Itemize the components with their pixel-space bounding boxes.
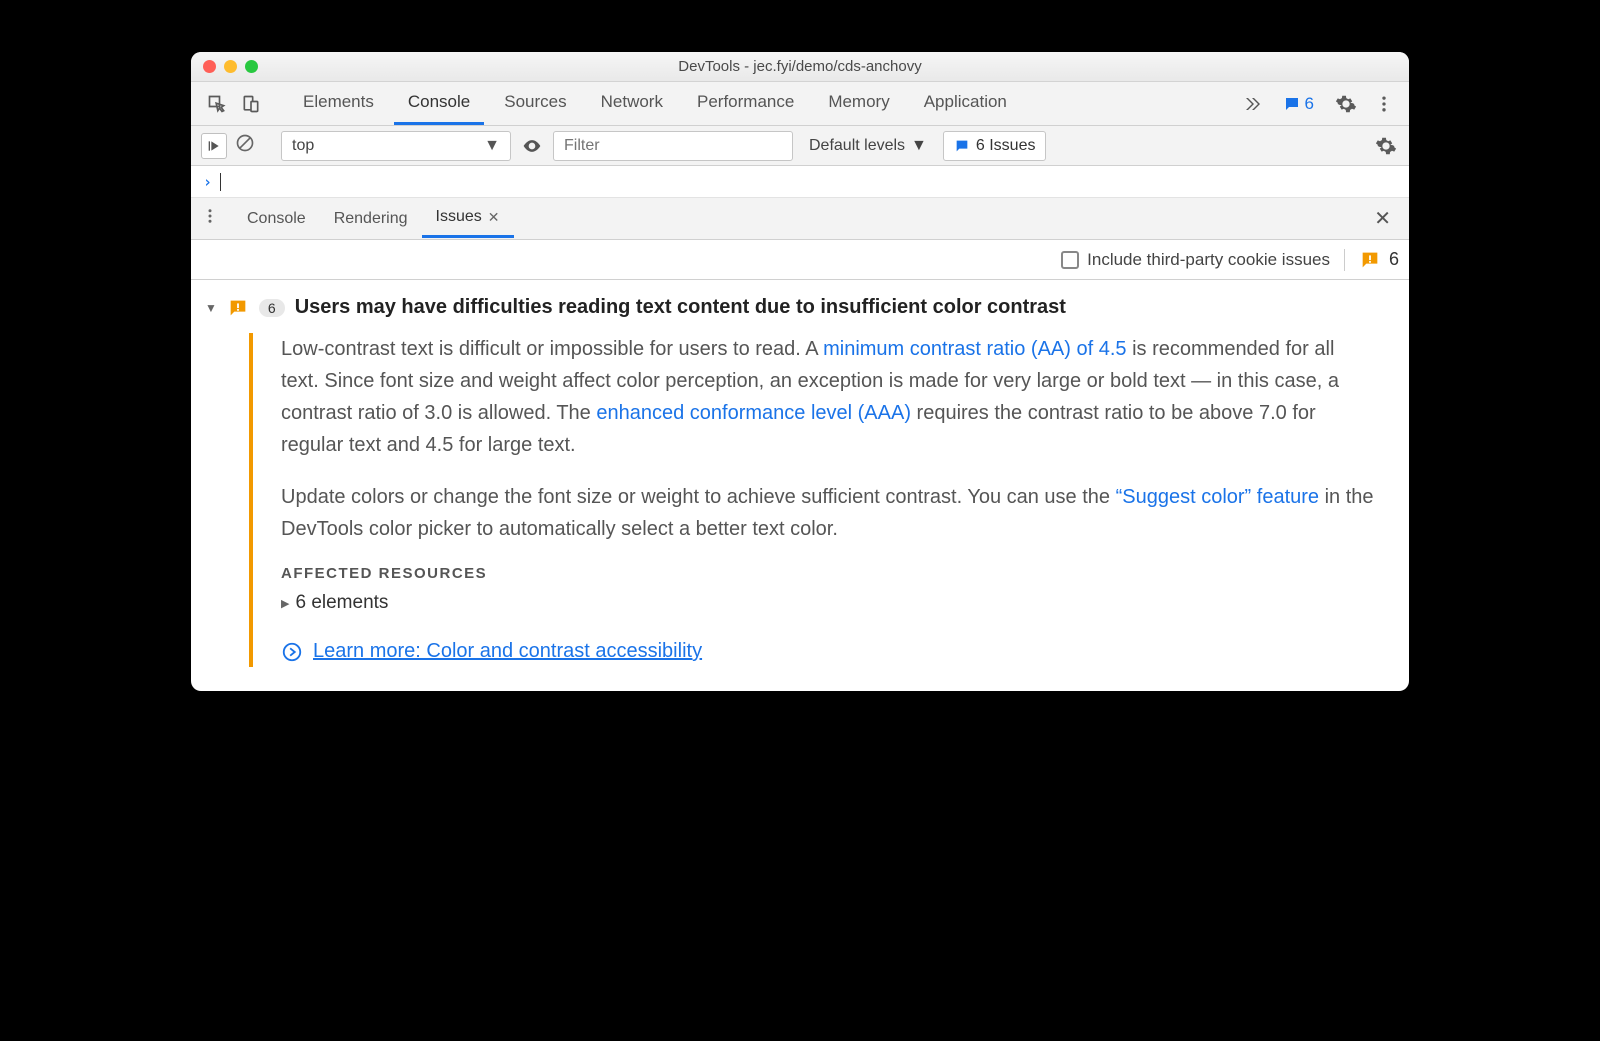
- tab-elements[interactable]: Elements: [289, 82, 388, 125]
- include-third-party-checkbox[interactable]: Include third-party cookie issues: [1061, 250, 1330, 270]
- warning-icon: [227, 297, 249, 319]
- issues-badge-count: 6: [1305, 94, 1314, 114]
- clear-console-icon[interactable]: [235, 133, 255, 159]
- arrow-circle-icon: [281, 641, 303, 663]
- live-expression-eye-icon[interactable]: [519, 132, 545, 160]
- link-suggest-color[interactable]: “Suggest color” feature: [1116, 486, 1319, 508]
- tab-performance[interactable]: Performance: [683, 82, 808, 125]
- tab-memory[interactable]: Memory: [814, 82, 903, 125]
- drawer-tabs: Console Rendering Issues ✕ ✕: [191, 198, 1409, 240]
- tab-sources[interactable]: Sources: [490, 82, 580, 125]
- checkbox-icon: [1061, 251, 1079, 269]
- close-drawer-icon[interactable]: ✕: [1366, 206, 1399, 231]
- tab-application[interactable]: Application: [910, 82, 1021, 125]
- link-contrast-aa[interactable]: minimum contrast ratio (AA) of 4.5: [823, 338, 1126, 360]
- text-cursor: [220, 173, 221, 191]
- more-options-kebab-icon[interactable]: [1371, 91, 1397, 117]
- issue-title: Users may have difficulties reading text…: [295, 296, 1066, 319]
- warning-count-badge: 6: [1344, 249, 1399, 271]
- drawer-tab-issues[interactable]: Issues ✕: [422, 199, 514, 238]
- close-tab-icon[interactable]: ✕: [488, 209, 500, 226]
- context-label: top: [292, 137, 314, 155]
- drawer-tab-rendering[interactable]: Rendering: [320, 201, 422, 237]
- tab-network[interactable]: Network: [587, 82, 677, 125]
- device-toolbar-icon[interactable]: [237, 90, 265, 118]
- window-title: DevTools - jec.fyi/demo/cds-anchovy: [191, 58, 1409, 75]
- issue-paragraph-2: Update colors or change the font size or…: [281, 481, 1377, 545]
- disclosure-right-icon: ▶: [281, 597, 289, 610]
- prompt-caret-icon: ›: [203, 173, 212, 191]
- issues-options-bar: Include third-party cookie issues 6: [191, 240, 1409, 280]
- main-toolbar: Elements Console Sources Network Perform…: [191, 82, 1409, 126]
- console-settings-gear-icon[interactable]: [1373, 133, 1399, 159]
- drawer-more-icon[interactable]: [201, 207, 219, 230]
- tab-console[interactable]: Console: [394, 82, 484, 125]
- learn-more-link[interactable]: Learn more: Color and contrast accessibi…: [313, 640, 702, 663]
- toggle-sidebar-icon[interactable]: [201, 133, 227, 159]
- issues-count-button[interactable]: 6 Issues: [943, 131, 1047, 161]
- window-titlebar: DevTools - jec.fyi/demo/cds-anchovy: [191, 52, 1409, 82]
- link-contrast-aaa[interactable]: enhanced conformance level (AAA): [596, 402, 911, 424]
- issues-panel: ▼ 6 Users may have difficulties reading …: [191, 280, 1409, 691]
- disclosure-triangle-icon[interactable]: ▼: [205, 301, 217, 315]
- console-filter-input[interactable]: [553, 131, 793, 161]
- affected-elements-row[interactable]: ▶ 6 elements: [281, 592, 1377, 614]
- chevron-down-icon: ▼: [484, 137, 500, 155]
- affected-resources-heading: AFFECTED RESOURCES: [281, 565, 1377, 582]
- learn-more-row: Learn more: Color and contrast accessibi…: [281, 640, 1377, 663]
- settings-gear-icon[interactable]: [1333, 91, 1359, 117]
- console-prompt[interactable]: ›: [191, 166, 1409, 198]
- devtools-window: DevTools - jec.fyi/demo/cds-anchovy Elem…: [191, 52, 1409, 691]
- issues-badge[interactable]: 6: [1276, 91, 1321, 117]
- execution-context-selector[interactable]: top ▼: [281, 131, 511, 161]
- issue-paragraph-1: Low-contrast text is difficult or imposs…: [281, 333, 1377, 461]
- issue-header[interactable]: ▼ 6 Users may have difficulties reading …: [205, 296, 1387, 319]
- chevron-down-icon: ▼: [911, 137, 927, 155]
- issue-content: Low-contrast text is difficult or imposs…: [249, 333, 1387, 667]
- drawer-tab-console[interactable]: Console: [233, 201, 320, 237]
- issue-count-pill: 6: [259, 299, 285, 317]
- console-filter-bar: top ▼ Default levels ▼ 6 Issues: [191, 126, 1409, 166]
- main-tabs: Elements Console Sources Network Perform…: [289, 82, 1021, 125]
- log-levels-selector[interactable]: Default levels ▼: [801, 137, 935, 155]
- more-tabs-icon[interactable]: [1240, 92, 1264, 116]
- inspect-element-icon[interactable]: [203, 90, 231, 118]
